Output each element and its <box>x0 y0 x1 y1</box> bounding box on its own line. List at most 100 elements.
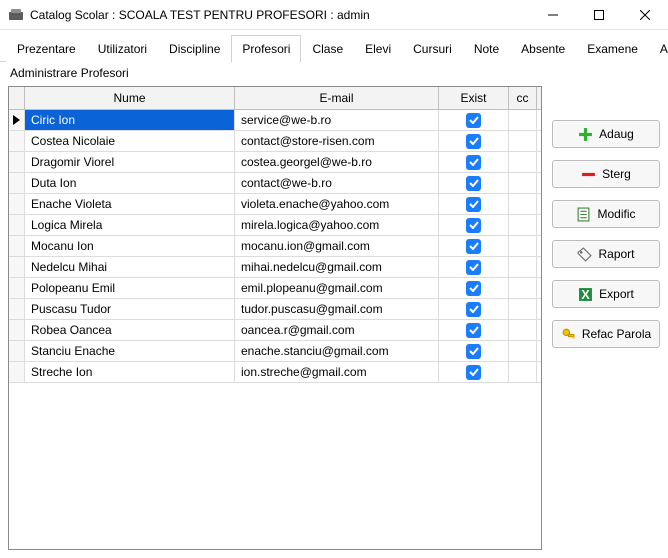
cell-email[interactable]: mihai.nedelcu@gmail.com <box>235 257 439 277</box>
cell-cc[interactable] <box>509 110 537 130</box>
cell-email[interactable]: costea.georgel@we-b.ro <box>235 152 439 172</box>
cell-email[interactable]: tudor.puscasu@gmail.com <box>235 299 439 319</box>
tab-audit[interactable]: Audit <box>649 35 668 62</box>
tab-profesori[interactable]: Profesori <box>231 35 301 62</box>
cell-exist[interactable] <box>439 236 509 256</box>
cell-nume[interactable]: Robea Oancea <box>25 320 235 340</box>
cell-cc[interactable] <box>509 236 537 256</box>
cell-email[interactable]: mocanu.ion@gmail.com <box>235 236 439 256</box>
table-row[interactable]: Dragomir Viorelcostea.georgel@we-b.ro <box>9 152 541 173</box>
report-button[interactable]: Raport <box>552 240 660 268</box>
table-row[interactable]: Mocanu Ionmocanu.ion@gmail.com <box>9 236 541 257</box>
table-row[interactable]: Polopeanu Emilemil.plopeanu@gmail.com <box>9 278 541 299</box>
cell-cc[interactable] <box>509 215 537 235</box>
export-button[interactable]: X Export <box>552 280 660 308</box>
checkbox-checked-icon[interactable] <box>466 155 481 170</box>
col-cc[interactable]: cc <box>509 87 537 109</box>
cell-nume[interactable]: Ciric Ion <box>25 110 235 130</box>
table-row[interactable]: Stanciu Enacheenache.stanciu@gmail.com <box>9 341 541 362</box>
modify-button[interactable]: Modific <box>552 200 660 228</box>
professors-grid[interactable]: Nume E-mail Exist cc Ciric Ionservice@we… <box>8 86 542 550</box>
tab-utilizatori[interactable]: Utilizatori <box>87 35 158 62</box>
cell-email[interactable]: emil.plopeanu@gmail.com <box>235 278 439 298</box>
cell-exist[interactable] <box>439 362 509 382</box>
cell-cc[interactable] <box>509 278 537 298</box>
tab-absente[interactable]: Absente <box>510 35 576 62</box>
checkbox-checked-icon[interactable] <box>466 281 481 296</box>
cell-exist[interactable] <box>439 152 509 172</box>
table-row[interactable]: Robea Oanceaoancea.r@gmail.com <box>9 320 541 341</box>
maximize-button[interactable] <box>576 0 622 30</box>
table-row[interactable]: Duta Ioncontact@we-b.ro <box>9 173 541 194</box>
cell-email[interactable]: contact@store-risen.com <box>235 131 439 151</box>
cell-exist[interactable] <box>439 131 509 151</box>
cell-cc[interactable] <box>509 152 537 172</box>
cell-exist[interactable] <box>439 278 509 298</box>
checkbox-checked-icon[interactable] <box>466 260 481 275</box>
cell-nume[interactable]: Streche Ion <box>25 362 235 382</box>
table-row[interactable]: Ciric Ionservice@we-b.ro <box>9 110 541 131</box>
table-row[interactable]: Streche Ionion.streche@gmail.com <box>9 362 541 383</box>
col-exist[interactable]: Exist <box>439 87 509 109</box>
minimize-button[interactable] <box>530 0 576 30</box>
table-row[interactable]: Logica Mirelamirela.logica@yahoo.com <box>9 215 541 236</box>
tab-note[interactable]: Note <box>463 35 510 62</box>
table-row[interactable]: Puscasu Tudortudor.puscasu@gmail.com <box>9 299 541 320</box>
cell-exist[interactable] <box>439 257 509 277</box>
cell-nume[interactable]: Costea Nicolaie <box>25 131 235 151</box>
cell-nume[interactable]: Puscasu Tudor <box>25 299 235 319</box>
cell-email[interactable]: violeta.enache@yahoo.com <box>235 194 439 214</box>
grid-body[interactable]: Ciric Ionservice@we-b.roCostea Nicolaiec… <box>9 110 541 549</box>
cell-nume[interactable]: Enache Violeta <box>25 194 235 214</box>
cell-cc[interactable] <box>509 194 537 214</box>
checkbox-checked-icon[interactable] <box>466 218 481 233</box>
cell-exist[interactable] <box>439 194 509 214</box>
tab-examene[interactable]: Examene <box>576 35 649 62</box>
cell-nume[interactable]: Stanciu Enache <box>25 341 235 361</box>
checkbox-checked-icon[interactable] <box>466 239 481 254</box>
add-button[interactable]: Adaug <box>552 120 660 148</box>
cell-cc[interactable] <box>509 131 537 151</box>
cell-nume[interactable]: Mocanu Ion <box>25 236 235 256</box>
cell-email[interactable]: enache.stanciu@gmail.com <box>235 341 439 361</box>
reset-password-button[interactable]: Refac Parola <box>552 320 660 348</box>
cell-cc[interactable] <box>509 341 537 361</box>
close-button[interactable] <box>622 0 668 30</box>
cell-nume[interactable]: Nedelcu Mihai <box>25 257 235 277</box>
col-email[interactable]: E-mail <box>235 87 439 109</box>
checkbox-checked-icon[interactable] <box>466 344 481 359</box>
checkbox-checked-icon[interactable] <box>466 176 481 191</box>
checkbox-checked-icon[interactable] <box>466 365 481 380</box>
cell-email[interactable]: service@we-b.ro <box>235 110 439 130</box>
cell-cc[interactable] <box>509 320 537 340</box>
cell-email[interactable]: contact@we-b.ro <box>235 173 439 193</box>
table-row[interactable]: Enache Violetavioleta.enache@yahoo.com <box>9 194 541 215</box>
tab-elevi[interactable]: Elevi <box>354 35 402 62</box>
checkbox-checked-icon[interactable] <box>466 113 481 128</box>
cell-nume[interactable]: Dragomir Viorel <box>25 152 235 172</box>
checkbox-checked-icon[interactable] <box>466 134 481 149</box>
checkbox-checked-icon[interactable] <box>466 302 481 317</box>
table-row[interactable]: Nedelcu Mihaimihai.nedelcu@gmail.com <box>9 257 541 278</box>
tab-clase[interactable]: Clase <box>301 35 354 62</box>
cell-cc[interactable] <box>509 299 537 319</box>
cell-cc[interactable] <box>509 362 537 382</box>
cell-exist[interactable] <box>439 110 509 130</box>
tab-cursuri[interactable]: Cursuri <box>402 35 463 62</box>
checkbox-checked-icon[interactable] <box>466 323 481 338</box>
tab-prezentare[interactable]: Prezentare <box>6 35 87 62</box>
tab-discipline[interactable]: Discipline <box>158 35 231 62</box>
cell-email[interactable]: oancea.r@gmail.com <box>235 320 439 340</box>
cell-email[interactable]: mirela.logica@yahoo.com <box>235 215 439 235</box>
cell-nume[interactable]: Logica Mirela <box>25 215 235 235</box>
cell-exist[interactable] <box>439 299 509 319</box>
cell-cc[interactable] <box>509 257 537 277</box>
col-nume[interactable]: Nume <box>25 87 235 109</box>
checkbox-checked-icon[interactable] <box>466 197 481 212</box>
cell-exist[interactable] <box>439 341 509 361</box>
cell-cc[interactable] <box>509 173 537 193</box>
cell-email[interactable]: ion.streche@gmail.com <box>235 362 439 382</box>
cell-nume[interactable]: Polopeanu Emil <box>25 278 235 298</box>
cell-nume[interactable]: Duta Ion <box>25 173 235 193</box>
table-row[interactable]: Costea Nicolaiecontact@store-risen.com <box>9 131 541 152</box>
